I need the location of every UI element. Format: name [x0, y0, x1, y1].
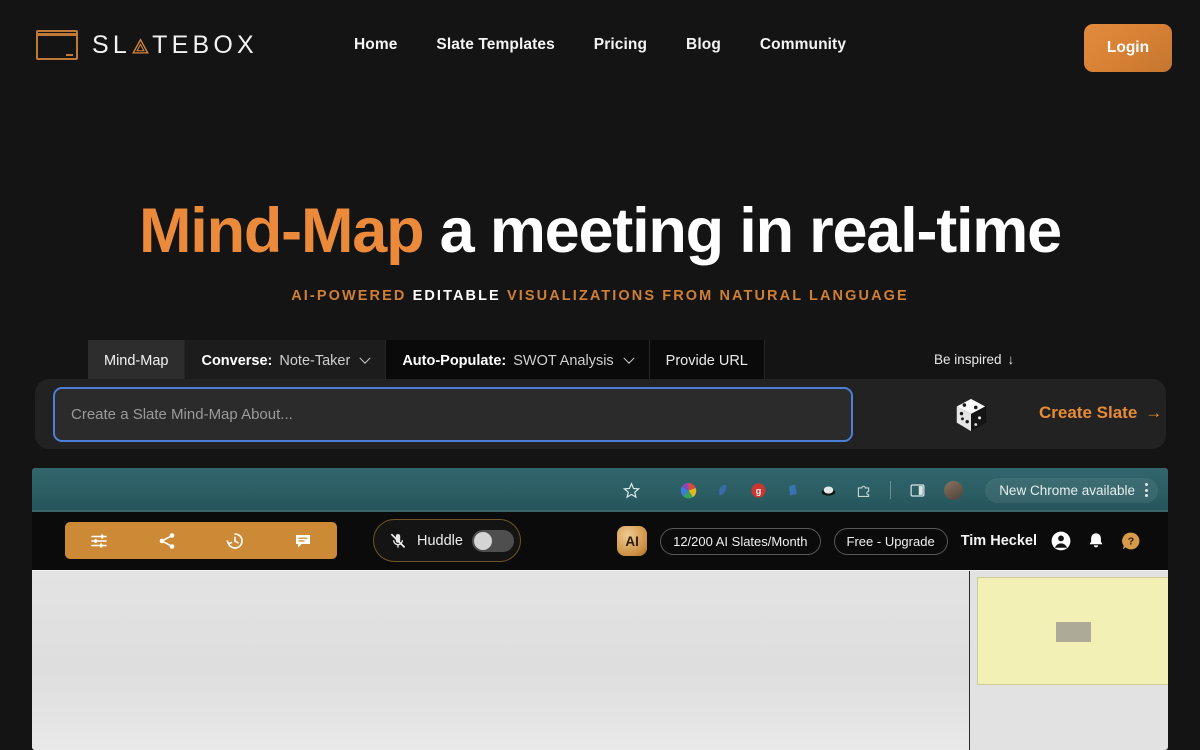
blue-doc-extension-icon[interactable]	[785, 482, 802, 499]
canvas-sheet[interactable]	[32, 571, 970, 750]
tab-converse-prefix: Converse:	[201, 353, 273, 369]
page-subtitle: AI-POWERED EDITABLE VISUALIZATIONS FROM …	[0, 288, 1200, 304]
user-name: Tim Heckel	[960, 533, 1037, 549]
tab-auto-populate[interactable]: Auto-Populate: SWOT Analysis	[386, 340, 650, 382]
blue-extension-icon[interactable]	[715, 482, 732, 499]
subtitle-part-2: EDITABLE	[412, 288, 501, 304]
chevron-down-icon[interactable]	[623, 352, 635, 364]
tab-converse[interactable]: Converse: Note-Taker	[185, 340, 387, 382]
nav-links: Home Slate Templates Pricing Blog Commun…	[0, 36, 1200, 54]
page-title-rest: a meeting in real-time	[423, 196, 1062, 266]
kebab-menu-icon[interactable]	[1145, 483, 1148, 497]
subtitle-part-3: VISUALIZATIONS FROM NATURAL LANGUAGE	[500, 288, 909, 304]
sticky-note-placeholder-block	[1056, 622, 1091, 642]
colorwheel-extension-icon[interactable]	[680, 482, 697, 499]
history-clock-icon[interactable]	[225, 531, 245, 551]
mode-tabs: Mind-Map Converse: Note-Taker Auto-Popul…	[88, 340, 765, 382]
huddle-control[interactable]: Huddle	[373, 519, 521, 562]
tab-auto-populate-value: SWOT Analysis	[513, 353, 614, 369]
puzzle-extensions-icon[interactable]	[855, 482, 872, 499]
top-navbar: SL TEBOX Home Slate Templates Pricing Bl…	[0, 0, 1200, 96]
grammarly-extension-icon[interactable]: g	[750, 482, 767, 499]
tab-mind-map[interactable]: Mind-Map	[88, 340, 186, 382]
nav-link-community[interactable]: Community	[760, 36, 846, 54]
nav-link-slate-templates[interactable]: Slate Templates	[436, 36, 554, 54]
app-toolbar-right: AI 12/200 AI Slates/Month Free - Upgrade…	[617, 512, 1142, 570]
sticky-note-card[interactable]	[977, 577, 1168, 685]
side-panel-icon[interactable]	[909, 482, 926, 499]
ai-quota-pill[interactable]: 12/200 AI Slates/Month	[660, 527, 821, 555]
login-button[interactable]: Login	[1084, 24, 1172, 72]
tab-mind-map-label: Mind-Map	[104, 353, 169, 369]
nav-link-pricing[interactable]: Pricing	[594, 36, 647, 54]
browser-toolbar: g New Chrome available	[32, 468, 1168, 512]
be-inspired-label: Be inspired	[934, 352, 1002, 367]
prompt-bar: Create Slate →	[35, 379, 1166, 449]
dice-icon[interactable]	[951, 396, 991, 434]
chevron-down-icon[interactable]	[359, 352, 371, 364]
huddle-toggle[interactable]	[471, 529, 514, 552]
star-icon[interactable]	[623, 481, 641, 499]
page-title-accent: Mind-Map	[139, 196, 425, 266]
arrow-down-icon: ↓	[1007, 352, 1015, 367]
share-icon[interactable]	[157, 531, 177, 551]
svg-text:?: ?	[1128, 536, 1134, 548]
app-tool-group	[65, 522, 337, 559]
account-circle-icon[interactable]	[1050, 530, 1072, 552]
nav-link-blog[interactable]: Blog	[686, 36, 721, 54]
tab-provide-url-label: Provide URL	[665, 353, 748, 369]
black-oval-extension-icon[interactable]	[820, 482, 837, 499]
arrow-right-icon: →	[1145, 403, 1163, 422]
tab-auto-populate-prefix: Auto-Populate:	[402, 353, 507, 369]
subtitle-part-1: AI-POWERED	[291, 288, 413, 304]
tab-converse-value: Note-Taker	[279, 353, 351, 369]
huddle-label: Huddle	[417, 532, 463, 549]
chrome-update-pill[interactable]: New Chrome available	[985, 477, 1158, 503]
be-inspired-button[interactable]: Be inspired ↓	[934, 352, 1014, 367]
chrome-update-label: New Chrome available	[999, 482, 1135, 498]
bell-icon[interactable]	[1085, 530, 1107, 552]
sliders-settings-icon[interactable]	[89, 531, 109, 551]
svg-text:g: g	[756, 486, 762, 496]
browser-toolbar-icons: g New Chrome available	[623, 477, 1168, 503]
toolbar-divider	[890, 481, 892, 499]
create-slate-button[interactable]: Create Slate →	[1039, 403, 1162, 423]
help-question-icon[interactable]: ?	[1120, 530, 1142, 552]
page-title: Mind-Map a meeting in real-time	[0, 200, 1200, 263]
nav-link-home[interactable]: Home	[354, 36, 397, 54]
comment-icon[interactable]	[293, 531, 313, 551]
ai-badge[interactable]: AI	[617, 526, 648, 556]
create-slate-label: Create Slate	[1039, 403, 1138, 422]
slate-canvas[interactable]	[32, 570, 1168, 750]
prompt-input[interactable]	[53, 387, 853, 442]
profile-avatar[interactable]	[944, 480, 964, 500]
tab-provide-url[interactable]: Provide URL	[649, 340, 765, 382]
app-toolbar: Huddle AI 12/200 AI Slates/Month Free - …	[32, 512, 1168, 570]
product-screenshot: g New Chrome available Huddle AI 12/200 …	[32, 468, 1168, 750]
plan-upgrade-pill[interactable]: Free - Upgrade	[833, 527, 948, 555]
mic-muted-icon[interactable]	[388, 531, 408, 551]
